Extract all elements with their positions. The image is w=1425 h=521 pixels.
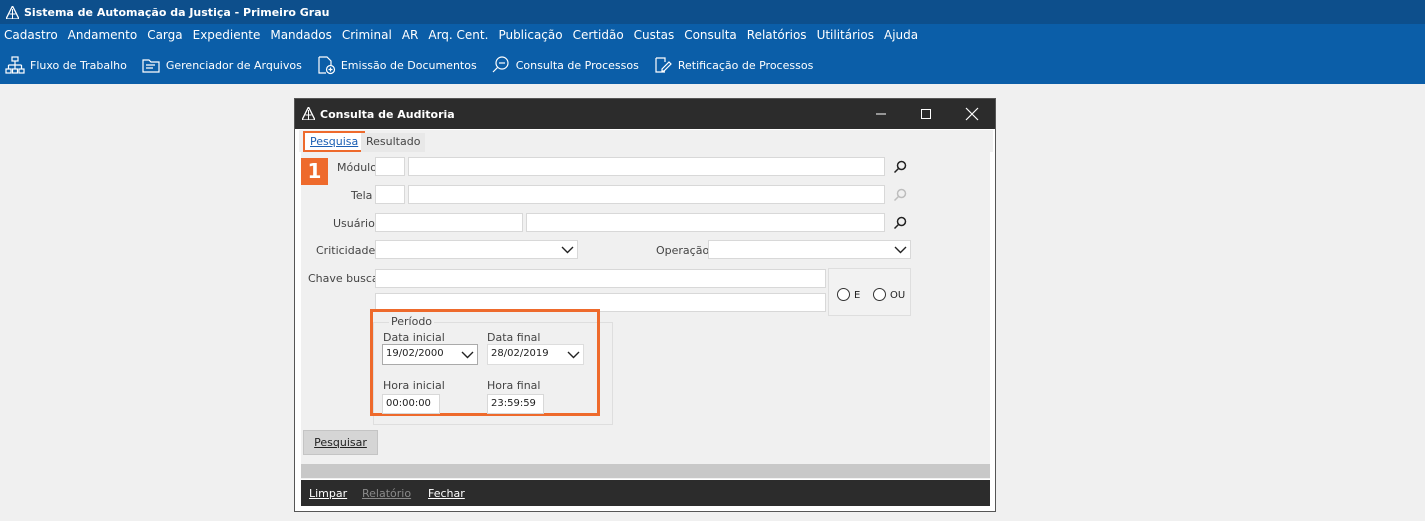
hora-final-input[interactable]: 23:59:59 (487, 394, 544, 414)
toolbar-label: Gerenciador de Arquivos (165, 58, 302, 72)
criticidade-label: Criticidade (316, 244, 376, 257)
tab-resultado[interactable]: Resultado (361, 133, 426, 152)
menu-criminal[interactable]: Criminal (342, 28, 392, 42)
minimize-button[interactable] (871, 105, 891, 123)
toolbar: Fluxo de Trabalho Gerenciador de Arquivo… (0, 46, 1425, 84)
menu-relatorios[interactable]: Relatórios (747, 28, 807, 42)
fechar-button[interactable]: Fechar (428, 487, 465, 500)
usuario-code-input[interactable] (375, 213, 523, 232)
tab-pesquisa[interactable]: Pesquisa (303, 131, 366, 152)
tela-label: Tela (351, 189, 373, 202)
data-final-value: 28/02/2019 (491, 348, 549, 359)
menu-arq-cent[interactable]: Arq. Cent. (428, 28, 488, 42)
menu-ajuda[interactable]: Ajuda (884, 28, 918, 42)
document-add-icon (318, 56, 335, 75)
menu-cadastro[interactable]: Cadastro (4, 28, 58, 42)
menu-custas[interactable]: Custas (634, 28, 675, 42)
saj-logo-icon (302, 107, 315, 120)
logic-operator-group: E OU (828, 268, 911, 316)
close-button[interactable] (962, 105, 982, 123)
app-title: Sistema de Automação da Justiça - Primei… (24, 5, 330, 19)
tela-code-input[interactable] (375, 185, 405, 204)
tela-desc-input[interactable] (408, 185, 885, 204)
maximize-button[interactable] (916, 105, 936, 123)
data-final-picker[interactable]: 28/02/2019 (487, 344, 584, 365)
radio-ou[interactable] (873, 288, 886, 301)
limpar-button[interactable]: Limpar (309, 487, 347, 500)
toolbar-gerenciador-de-arquivos[interactable]: Gerenciador de Arquivos (141, 55, 302, 75)
pesquisar-button[interactable]: Pesquisar (303, 430, 378, 455)
step-badge: 1 (301, 158, 328, 185)
menu-consulta[interactable]: Consulta (684, 28, 737, 42)
menu-carga[interactable]: Carga (147, 28, 182, 42)
edit-document-icon (655, 57, 672, 73)
search-document-icon (492, 56, 509, 73)
modulo-label: Módulo (337, 161, 377, 174)
chave-busca-input-1[interactable] (375, 269, 826, 288)
modulo-desc-input[interactable] (408, 157, 885, 176)
radio-ou-label: OU (890, 290, 906, 301)
toolbar-label: Retificação de Processos (677, 58, 814, 72)
saj-logo-icon (6, 5, 19, 19)
folder-icon (142, 59, 160, 73)
consulta-de-auditoria-dialog: Consulta de Auditoria Pesquisa Resultado… (294, 98, 996, 512)
status-strip (301, 464, 990, 478)
relatorio-button[interactable]: Relatório (362, 487, 411, 500)
tela-search-icon (893, 188, 907, 202)
radio-e-label: E (854, 290, 861, 301)
usuario-search-icon[interactable] (892, 215, 908, 231)
menu-ar[interactable]: AR (402, 28, 419, 42)
data-inicial-label: Data inicial (383, 331, 445, 344)
menu-mandados[interactable]: Mandados (270, 28, 332, 42)
data-inicial-picker[interactable]: 19/02/2000 (382, 344, 478, 365)
chevron-down-icon (561, 246, 574, 254)
toolbar-retificacao-de-processos[interactable]: Retificação de Processos (653, 55, 813, 75)
workflow-icon (5, 56, 25, 74)
tab-strip: Pesquisa Resultado (299, 130, 993, 152)
maximize-icon (921, 109, 931, 119)
menu-bar: Cadastro Andamento Carga Expediente Mand… (0, 24, 1425, 46)
criticidade-select[interactable] (375, 240, 578, 259)
pesquisa-panel: 1 Módulo Tela Usuário Criticidade Operaç… (301, 152, 990, 479)
chevron-down-icon (894, 246, 907, 254)
dialog-titlebar[interactable]: Consulta de Auditoria (295, 99, 995, 129)
periodo-legend: Período (389, 315, 435, 328)
toolbar-fluxo-de-trabalho[interactable]: Fluxo de Trabalho (5, 55, 127, 75)
menu-expediente[interactable]: Expediente (193, 28, 261, 42)
menu-andamento[interactable]: Andamento (68, 28, 138, 42)
usuario-desc-input[interactable] (526, 213, 885, 232)
toolbar-label: Consulta de Processos (515, 58, 639, 72)
modulo-search-icon[interactable] (892, 159, 908, 175)
menu-utilitarios[interactable]: Utilitários (817, 28, 874, 42)
close-icon (965, 107, 979, 121)
chevron-down-icon (461, 351, 474, 359)
hora-inicial-label: Hora inicial (383, 379, 445, 392)
modulo-code-input[interactable] (375, 157, 405, 176)
menu-publicacao[interactable]: Publicação (498, 28, 562, 42)
toolbar-consulta-de-processos[interactable]: Consulta de Processos (491, 55, 639, 75)
dialog-title: Consulta de Auditoria (320, 108, 455, 121)
data-final-label: Data final (487, 331, 541, 344)
data-inicial-value: 19/02/2000 (386, 348, 444, 359)
hora-inicial-input[interactable]: 00:00:00 (382, 394, 440, 414)
app-titlebar: Sistema de Automação da Justiça - Primei… (0, 0, 1425, 24)
toolbar-label: Fluxo de Trabalho (30, 58, 127, 72)
operacao-label: Operação (656, 244, 710, 257)
menu-certidao[interactable]: Certidão (573, 28, 624, 42)
minimize-icon (876, 113, 886, 115)
usuario-label: Usuário (333, 217, 375, 230)
chave-busca-label: Chave busca (308, 272, 379, 285)
dialog-footer: Limpar Relatório Fechar (301, 480, 990, 506)
operacao-select[interactable] (708, 240, 911, 259)
chevron-down-icon (567, 351, 580, 359)
toolbar-emissao-de-documentos[interactable]: Emissão de Documentos (316, 55, 477, 75)
radio-e[interactable] (837, 288, 850, 301)
toolbar-label: Emissão de Documentos (340, 58, 477, 72)
hora-final-label: Hora final (487, 379, 541, 392)
